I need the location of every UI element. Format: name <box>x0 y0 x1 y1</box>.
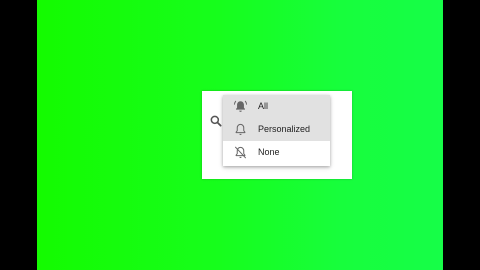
menu-item-all[interactable]: All <box>223 95 330 118</box>
video-card: All Personalized None <box>202 91 352 179</box>
notification-settings-menu: All Personalized None <box>223 95 330 166</box>
green-screen-background: All Personalized None <box>37 0 443 270</box>
bell-outline-icon <box>235 123 246 135</box>
menu-item-label: Personalized <box>258 124 311 134</box>
menu-item-none[interactable]: None <box>223 141 330 164</box>
menu-item-personalized[interactable]: Personalized <box>223 118 330 141</box>
menu-item-label: All <box>258 101 269 111</box>
bell-off-icon <box>235 146 246 159</box>
bell-ringing-icon <box>233 100 248 112</box>
search-icon[interactable] <box>209 114 223 128</box>
menu-item-label: None <box>258 147 280 157</box>
